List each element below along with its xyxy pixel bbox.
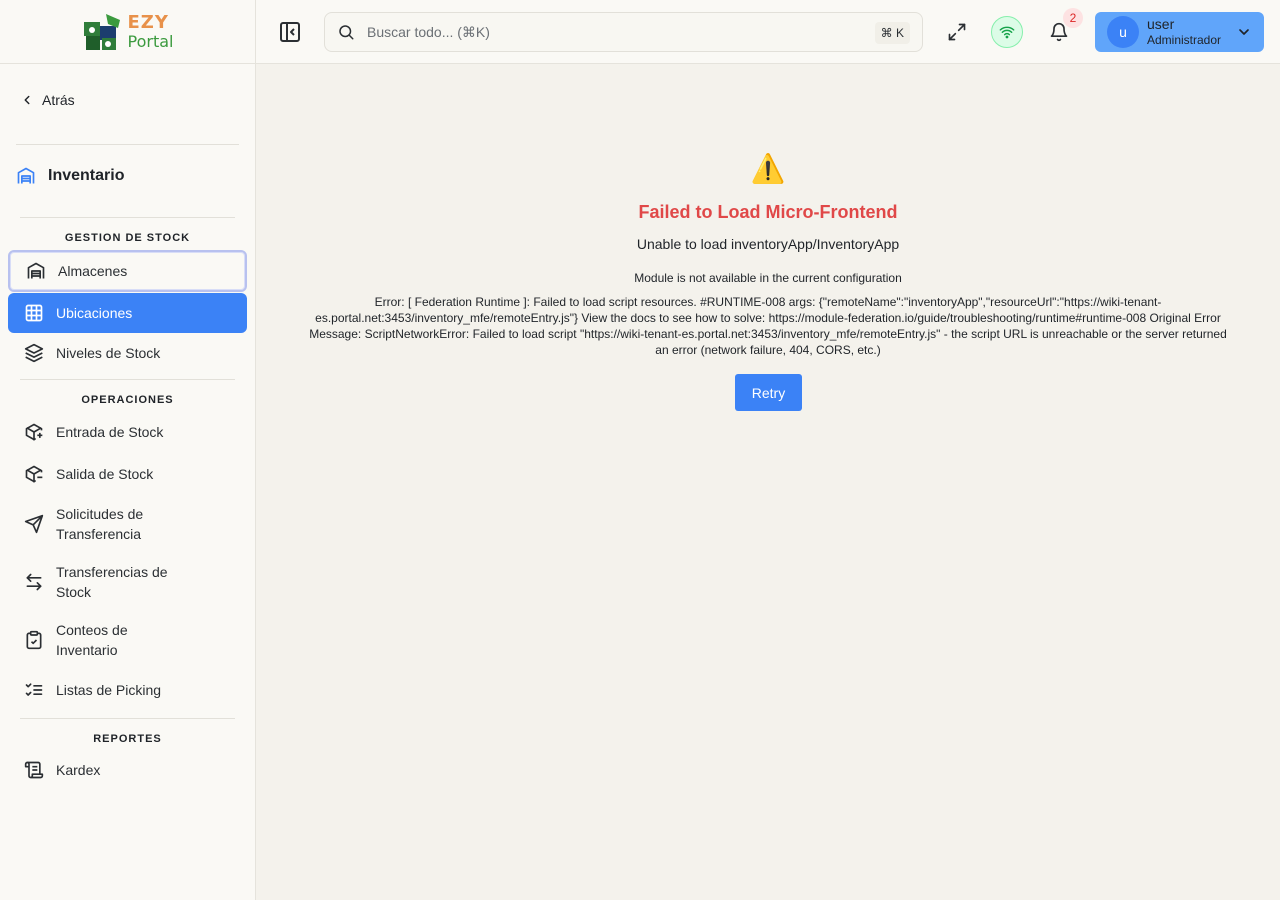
divider (16, 144, 239, 145)
sidebar-item-label: Salida de Stock (56, 466, 154, 482)
sidebar-item-label: Conteos de Inventario (56, 622, 128, 658)
warehouse-icon (26, 261, 46, 281)
sidebar: EZY Portal Atrás Inventario GESTION DE S… (0, 0, 256, 900)
sidebar-item-label: Listas de Picking (56, 682, 162, 698)
sidebar-toggle-button[interactable] (278, 20, 302, 44)
sidebar-item-kardex[interactable]: Kardex (8, 750, 247, 790)
shortcut-hint: ⌘ K (874, 22, 910, 44)
back-link[interactable]: Atrás (20, 92, 75, 108)
sidebar-item-listas-de-picking[interactable]: Listas de Picking (8, 670, 247, 710)
sidebar-item-conteos-de-inventario[interactable]: Conteos de Inventario (8, 619, 247, 661)
section-divider (20, 379, 235, 380)
top-header: ⌘ K 2 u user Administrador (256, 0, 1280, 64)
sidebar-item-solicitudes-de-transferencia[interactable]: Solicitudes de Transferencia (8, 503, 247, 545)
clipboard-check-icon (24, 630, 44, 650)
list-checks-icon (24, 680, 44, 700)
wifi-icon (999, 26, 1015, 39)
search-input[interactable] (367, 24, 847, 40)
sidebar-item-transferencias-de-stock[interactable]: Transferencias de Stock (8, 561, 247, 603)
main-content: ⚠️ Failed to Load Micro-Frontend Unable … (256, 64, 1280, 900)
error-subtitle: Unable to load inventoryApp/InventoryApp (636, 236, 900, 252)
user-menu-button[interactable]: u user Administrador (1095, 12, 1264, 52)
send-icon (24, 514, 44, 534)
panel-left-close-icon (280, 22, 300, 42)
error-module-message: Module is not available in the current c… (634, 271, 902, 285)
section-title-operaciones: OPERACIONES (81, 394, 174, 406)
fullscreen-button[interactable] (941, 16, 973, 48)
brand-name: EZY (127, 11, 169, 33)
global-search[interactable]: ⌘ K (324, 12, 923, 52)
sidebar-item-niveles-de-stock[interactable]: Niveles de Stock (8, 333, 247, 373)
retry-button[interactable]: Retry (735, 374, 802, 411)
package-minus-icon (24, 464, 44, 484)
section-title-gestion-de-stock: GESTION DE STOCK (64, 232, 191, 244)
brand-subname: Portal (127, 31, 174, 51)
user-name: user (1147, 16, 1175, 33)
sidebar-item-entrada-de-stock[interactable]: Entrada de Stock (8, 412, 247, 452)
package-plus-icon (24, 422, 44, 442)
logo-area: EZY Portal (0, 0, 255, 64)
sidebar-item-salida-de-stock[interactable]: Salida de Stock (8, 454, 247, 494)
error-title: Failed to Load Micro-Frontend (638, 202, 898, 222)
chevron-left-icon (24, 95, 30, 105)
warehouse-icon (17, 167, 35, 184)
sidebar-item-label: Kardex (56, 762, 101, 778)
search-icon (339, 25, 354, 40)
avatar: u (1107, 16, 1139, 48)
maximize-icon (948, 23, 966, 41)
notification-badge: 2 (1063, 8, 1083, 28)
sidebar-item-label: Entrada de Stock (56, 424, 164, 440)
user-role: Administrador (1147, 33, 1222, 48)
sidebar-item-label: Almacenes (58, 263, 128, 279)
section-divider (20, 217, 235, 218)
brand-logo[interactable]: EZY Portal (82, 11, 174, 52)
error-detail: Error: [ Federation Runtime ]: Failed to… (309, 295, 1227, 357)
section-title-reportes: REPORTES (93, 733, 162, 745)
arrows-left-right-icon (24, 572, 44, 592)
scroll-icon (24, 760, 44, 780)
section-divider (20, 718, 235, 719)
sidebar-item-label: Transferencias de Stock (56, 564, 168, 600)
grid-icon (24, 303, 44, 323)
connection-status-button[interactable] (991, 16, 1023, 48)
sidebar-item-ubicaciones[interactable]: Ubicaciones (8, 293, 247, 333)
brand-logo-mark-icon (83, 13, 120, 50)
sidebar-item-label: Niveles de Stock (56, 345, 161, 361)
sidebar-item-label: Ubicaciones (56, 305, 133, 321)
module-title: Inventario (48, 167, 125, 184)
back-label: Atrás (42, 92, 75, 108)
sidebar-item-label: Solicitudes de Transferencia (56, 506, 144, 542)
warning-icon: ⚠️ (750, 153, 786, 184)
module-header: Inventario (16, 166, 124, 186)
sidebar-item-almacenes[interactable]: Almacenes (8, 250, 247, 292)
chevron-down-icon (1239, 29, 1249, 35)
layers-icon (24, 343, 44, 363)
